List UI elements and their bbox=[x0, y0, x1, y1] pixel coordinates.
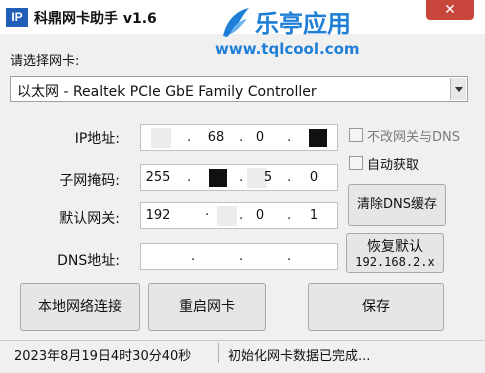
gateway-dot: . bbox=[239, 208, 244, 223]
redacted-block bbox=[151, 128, 171, 148]
mask-field[interactable]: 255 . . 5 . 0 bbox=[140, 164, 338, 191]
ip-dot: . bbox=[287, 130, 292, 145]
mask-label: 子网掩码: bbox=[59, 173, 120, 189]
ip-field[interactable]: . 68 . 0 . bbox=[140, 124, 338, 151]
gateway-octet-1[interactable]: 192 bbox=[143, 208, 173, 223]
mask-octet-1[interactable]: 255 bbox=[143, 170, 173, 185]
restart-nic-button[interactable]: 重启网卡 bbox=[148, 283, 266, 331]
status-time: 2023年8月19日4时30分40秒 bbox=[14, 349, 192, 364]
mask-dot: . bbox=[239, 170, 244, 185]
gateway-dot: · bbox=[205, 208, 210, 223]
local-connection-button[interactable]: 本地网络连接 bbox=[20, 283, 140, 331]
adapter-label: 请选择网卡: bbox=[10, 54, 80, 69]
close-button[interactable]: ✕ bbox=[426, 0, 474, 20]
redacted-block bbox=[309, 129, 327, 147]
restore-default-label: 恢复默认 bbox=[367, 239, 423, 255]
restore-default-ip: 192.168.2.x bbox=[355, 255, 435, 269]
clear-dns-cache-button[interactable]: 清除DNS缓存 bbox=[348, 184, 446, 226]
adapter-selected-value: 以太网 - Realtek PCIe GbE Family Controller bbox=[17, 84, 317, 100]
mask-octet-4[interactable]: 0 bbox=[299, 170, 329, 185]
gateway-octet-4[interactable]: 1 bbox=[299, 208, 329, 223]
adapter-select[interactable]: 以太网 - Realtek PCIe GbE Family Controller bbox=[10, 76, 468, 102]
mask-dot: . bbox=[287, 170, 292, 185]
gateway-label: 默认网关: bbox=[59, 211, 120, 227]
gateway-dot: . bbox=[287, 208, 292, 223]
mask-octet-3[interactable]: 5 bbox=[253, 170, 283, 185]
auto-get-checkbox[interactable] bbox=[349, 156, 363, 170]
restore-default-button[interactable]: 恢复默认 192.168.2.x bbox=[346, 233, 444, 273]
redacted-block bbox=[209, 169, 227, 187]
ip-dot: . bbox=[187, 130, 192, 145]
dns-dot: . bbox=[191, 249, 196, 264]
save-button[interactable]: 保存 bbox=[308, 283, 444, 331]
redacted-block bbox=[217, 206, 237, 226]
mask-dot: . bbox=[187, 170, 192, 185]
auto-get-label[interactable]: 自动获取 bbox=[367, 154, 419, 173]
gateway-field[interactable]: 192 · . 0 . 1 bbox=[140, 202, 338, 229]
ip-octet-3[interactable]: 0 bbox=[245, 130, 275, 145]
chevron-down-icon[interactable] bbox=[450, 78, 466, 100]
dns-label: DNS地址: bbox=[57, 253, 120, 269]
ip-dot: . bbox=[239, 130, 244, 145]
ip-label: IP地址: bbox=[74, 131, 120, 147]
status-divider bbox=[218, 343, 219, 363]
keep-dns-checkbox[interactable] bbox=[349, 128, 363, 142]
brand-watermark: 乐亭应用 www.tqlcool.com bbox=[207, 4, 407, 64]
gateway-octet-3[interactable]: 0 bbox=[245, 208, 275, 223]
status-message: 初始化网卡数据已完成... bbox=[228, 349, 371, 364]
keep-dns-label[interactable]: 不改网关与DNS bbox=[367, 126, 460, 145]
window-title: 科鼎网卡助手 v1.6 bbox=[34, 11, 157, 27]
brand-url: www.tqlcool.com bbox=[215, 40, 360, 58]
brand-name: 乐亭应用 bbox=[255, 10, 351, 38]
dns-dot: . bbox=[239, 249, 244, 264]
dns-dot: . bbox=[287, 249, 292, 264]
app-icon: IP bbox=[6, 8, 28, 27]
status-bar: 2023年8月19日4时30分40秒 初始化网卡数据已完成... bbox=[0, 340, 485, 364]
brand-logo-icon bbox=[223, 8, 249, 37]
app-window: IP 科鼎网卡助手 v1.6 ✕ 乐亭应用 www.tqlcool.com 请选… bbox=[0, 0, 485, 373]
ip-octet-2[interactable]: 68 bbox=[201, 130, 231, 145]
dns-field[interactable]: . . . bbox=[140, 243, 338, 270]
